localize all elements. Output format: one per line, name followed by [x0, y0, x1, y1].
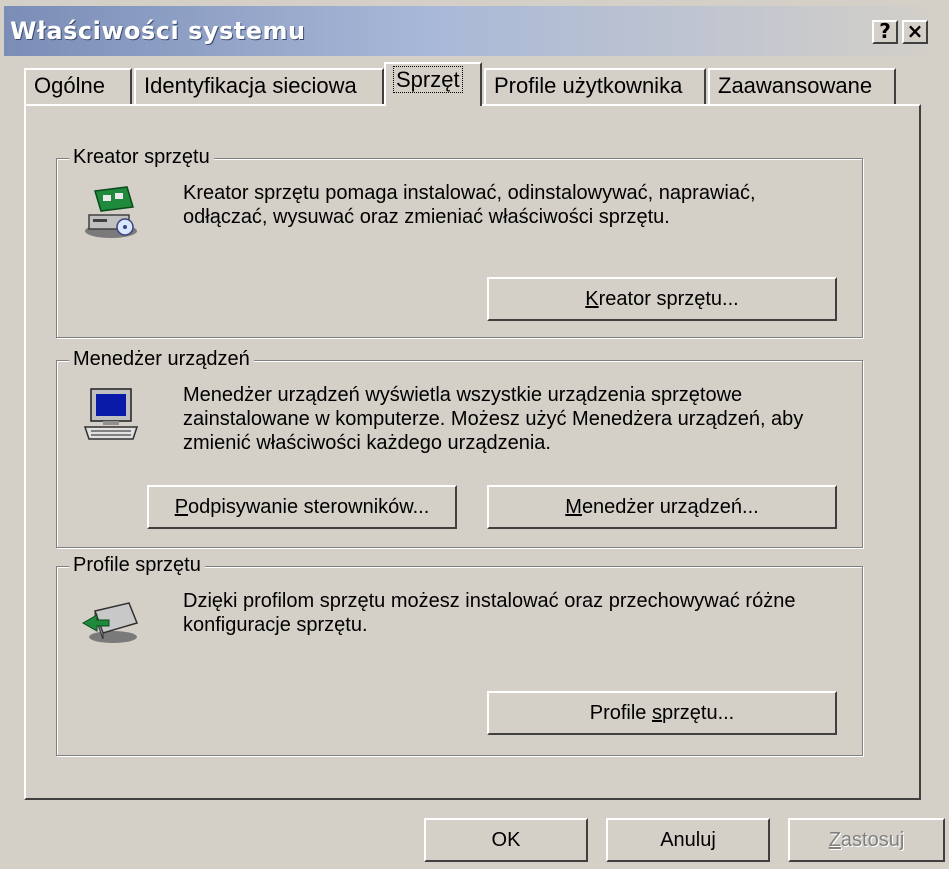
- tab-label: Profile użytkownika: [494, 73, 683, 98]
- accelerator-key: s: [651, 702, 662, 724]
- tab-label: Sprzęt: [393, 66, 463, 93]
- close-button[interactable]: ×: [902, 20, 928, 44]
- help-button[interactable]: ?: [872, 20, 898, 44]
- hardware-wizard-group: Kreator sprzętu Kreator sprzętu pomaga i…: [56, 145, 863, 338]
- tab-general[interactable]: Ogólne: [24, 68, 132, 104]
- driver-signing-button[interactable]: Podpisywanie sterowników...: [147, 485, 457, 529]
- hardware-wizard-button[interactable]: Kreator sprzętu...: [487, 277, 837, 321]
- hardware-wizard-description: Kreator sprzętu pomaga instalować, odins…: [183, 182, 756, 228]
- device-manager-group: Menedżer urządzeń Menedżer urządzeń wyśw…: [56, 347, 863, 548]
- hardware-tab-panel: Kreator sprzętu Kreator sprzętu pomaga i…: [24, 104, 921, 800]
- button-label: przętu...: [661, 702, 735, 724]
- tab-user-profiles[interactable]: Profile użytkownika: [484, 68, 706, 104]
- tab-label: Identyfikacja sieciowa: [144, 73, 357, 98]
- title-bar[interactable]: Właściwości systemu ? ×: [4, 6, 945, 56]
- apply-button[interactable]: Zastosuj: [788, 818, 945, 862]
- group-label: Profile sprzętu: [69, 553, 205, 577]
- tab-hardware[interactable]: Sprzęt: [384, 62, 482, 106]
- computer-icon: [83, 388, 139, 440]
- button-label: odpisywanie sterowników...: [188, 496, 430, 518]
- hardware-profiles-description: Dzięki profilom sprzętu możesz instalowa…: [183, 590, 796, 636]
- device-manager-button[interactable]: Menedżer urządzeń...: [487, 485, 837, 529]
- accelerator-key: P: [174, 496, 189, 518]
- accelerator-key: Z: [828, 829, 841, 851]
- tab-network-identification[interactable]: Identyfikacja sieciowa: [134, 68, 384, 104]
- group-label: Menedżer urządzeń: [69, 347, 254, 371]
- hardware-profile-icon: [81, 602, 139, 643]
- hardware-profiles-group: Profile sprzętu Dzięki profilom sprzętu …: [56, 553, 863, 756]
- system-properties-dialog: Właściwości systemu ? × Ogólne Identyfik…: [0, 0, 949, 869]
- button-label: enedżer urządzeń...: [581, 496, 759, 518]
- window-title: Właściwości systemu: [10, 17, 306, 45]
- button-label-prefix: Profile: [589, 702, 652, 724]
- button-label: astosuj: [840, 829, 905, 851]
- hardware-wizard-icon: [85, 186, 137, 238]
- tab-advanced[interactable]: Zaawansowane: [708, 68, 896, 104]
- accelerator-key: K: [585, 288, 599, 310]
- button-label: reator sprzętu...: [598, 288, 739, 310]
- group-label: Kreator sprzętu: [69, 145, 214, 169]
- hardware-profiles-button[interactable]: Profile sprzętu...: [487, 691, 837, 735]
- cancel-button[interactable]: Anuluj: [606, 818, 770, 862]
- tab-label: Zaawansowane: [718, 73, 873, 98]
- tab-label: Ogólne: [34, 73, 105, 98]
- ok-button[interactable]: OK: [424, 818, 588, 862]
- device-manager-description: Menedżer urządzeń wyświetla wszystkie ur…: [183, 384, 804, 454]
- accelerator-key: M: [565, 496, 582, 518]
